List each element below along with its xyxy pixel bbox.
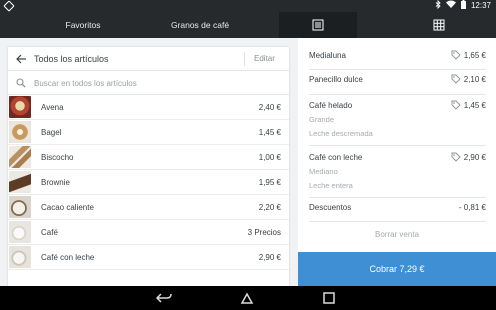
tab-granos-de-cafe[interactable]: Granos de café	[150, 12, 250, 38]
library-header: Todos los artículos Editar	[8, 47, 289, 71]
price-tag-icon	[451, 100, 461, 110]
sale-item-modifier: Leche descremada	[309, 129, 373, 138]
edit-button[interactable]: Editar	[254, 54, 275, 63]
item-thumbnail	[9, 221, 31, 243]
search-icon	[16, 78, 26, 88]
bluetooth-icon	[435, 0, 441, 13]
item-name: Café	[41, 228, 58, 237]
sale-item-price: 2,90 €	[463, 153, 486, 162]
recents-icon[interactable]	[321, 291, 337, 305]
list-view-icon	[312, 19, 324, 31]
item-price: 1,00 €	[258, 153, 281, 162]
sale-item-price: 2,10 €	[463, 75, 486, 84]
list-item[interactable]: Brownie 1,95 €	[8, 170, 289, 195]
item-name: Bagel	[41, 128, 62, 137]
sale-item[interactable]: Café con leche 2,90 € Mediano Leche ente…	[298, 145, 496, 197]
item-thumbnail	[9, 196, 31, 218]
back-icon[interactable]	[155, 291, 173, 305]
item-price: 1,45 €	[258, 128, 281, 137]
item-thumbnail	[9, 146, 31, 168]
sale-item-modifier: Mediano	[309, 167, 338, 176]
grid-view-tab[interactable]	[400, 12, 478, 38]
top-tab-bar: Favoritos Granos de café	[0, 12, 496, 38]
item-thumbnail	[9, 171, 31, 193]
wifi-icon	[445, 0, 456, 12]
discount-value: - 0,81 €	[458, 203, 486, 212]
list-item[interactable]: Café con leche 2,90 €	[8, 245, 289, 270]
item-thumbnail	[9, 96, 31, 118]
charge-button[interactable]: Cobrar 7,29 €	[298, 252, 496, 286]
divider	[309, 221, 486, 222]
grid-view-icon	[433, 19, 445, 31]
library-title: Todos los artículos	[34, 54, 109, 64]
item-price: 2,90 €	[258, 253, 281, 262]
list-item[interactable]: Biscocho 1,00 €	[8, 145, 289, 170]
library-card: Todos los artículos Editar Avena 2,40 € …	[8, 47, 289, 286]
price-tag-icon	[451, 152, 461, 162]
list-item[interactable]: Bagel 1,45 €	[8, 120, 289, 145]
square-logo-icon	[3, 0, 15, 12]
current-sale-panel: Medialuna 1,65 € Panecillo dulce 2,10 € …	[298, 38, 496, 286]
price-tag-icon	[451, 50, 461, 60]
sale-item-modifier: Grande	[309, 115, 335, 124]
item-price: 1,95 €	[258, 178, 281, 187]
list-item[interactable]: Avena 2,40 €	[8, 95, 289, 120]
item-price: 2,40 €	[258, 103, 281, 112]
list-item[interactable]: Café 3 Precios	[8, 220, 289, 245]
search-input[interactable]	[34, 76, 274, 90]
sale-item-name: Café con leche	[309, 153, 363, 162]
sale-item[interactable]: Panecillo dulce 2,10 €	[298, 69, 496, 94]
sale-item-price: 1,65 €	[463, 51, 486, 60]
sale-item-name: Medialuna	[309, 51, 346, 60]
search-row	[8, 71, 289, 95]
item-name: Cacao caliente	[41, 203, 94, 212]
clear-sale-button[interactable]: Borrar venta	[298, 230, 496, 239]
item-name: Brownie	[41, 178, 70, 187]
sale-item[interactable]: Café helado 1,45 € Grande Leche descrema…	[298, 94, 496, 146]
battery-icon	[460, 0, 466, 13]
sale-item[interactable]: Medialuna 1,65 €	[298, 38, 496, 68]
item-thumbnail	[9, 121, 31, 143]
home-icon[interactable]	[239, 291, 255, 305]
price-tag-icon	[451, 74, 461, 84]
back-arrow-icon[interactable]	[16, 54, 27, 64]
discount-label[interactable]: Descuentos	[309, 203, 351, 212]
navigation-bar	[0, 286, 496, 310]
list-item[interactable]: Cacao caliente 2,20 €	[8, 195, 289, 220]
item-name: Biscocho	[41, 153, 74, 162]
divider	[244, 52, 245, 66]
item-name: Avena	[41, 103, 64, 112]
list-view-tab[interactable]	[279, 12, 357, 38]
sale-item-modifier: Leche entera	[309, 181, 353, 190]
sale-item-name: Café helado	[309, 101, 353, 110]
clock: 12:37	[470, 1, 491, 10]
item-price: 2,20 €	[258, 203, 281, 212]
status-icons: 12:37	[435, 0, 491, 13]
status-bar: 12:37	[0, 0, 496, 12]
item-name: Café con leche	[41, 253, 95, 262]
item-price: 3 Precios	[247, 228, 281, 237]
sale-item-name: Panecillo dulce	[309, 75, 363, 84]
tab-favoritos[interactable]: Favoritos	[33, 12, 133, 38]
divider	[309, 197, 486, 198]
item-thumbnail	[9, 246, 31, 268]
sale-item-price: 1,45 €	[463, 101, 486, 110]
